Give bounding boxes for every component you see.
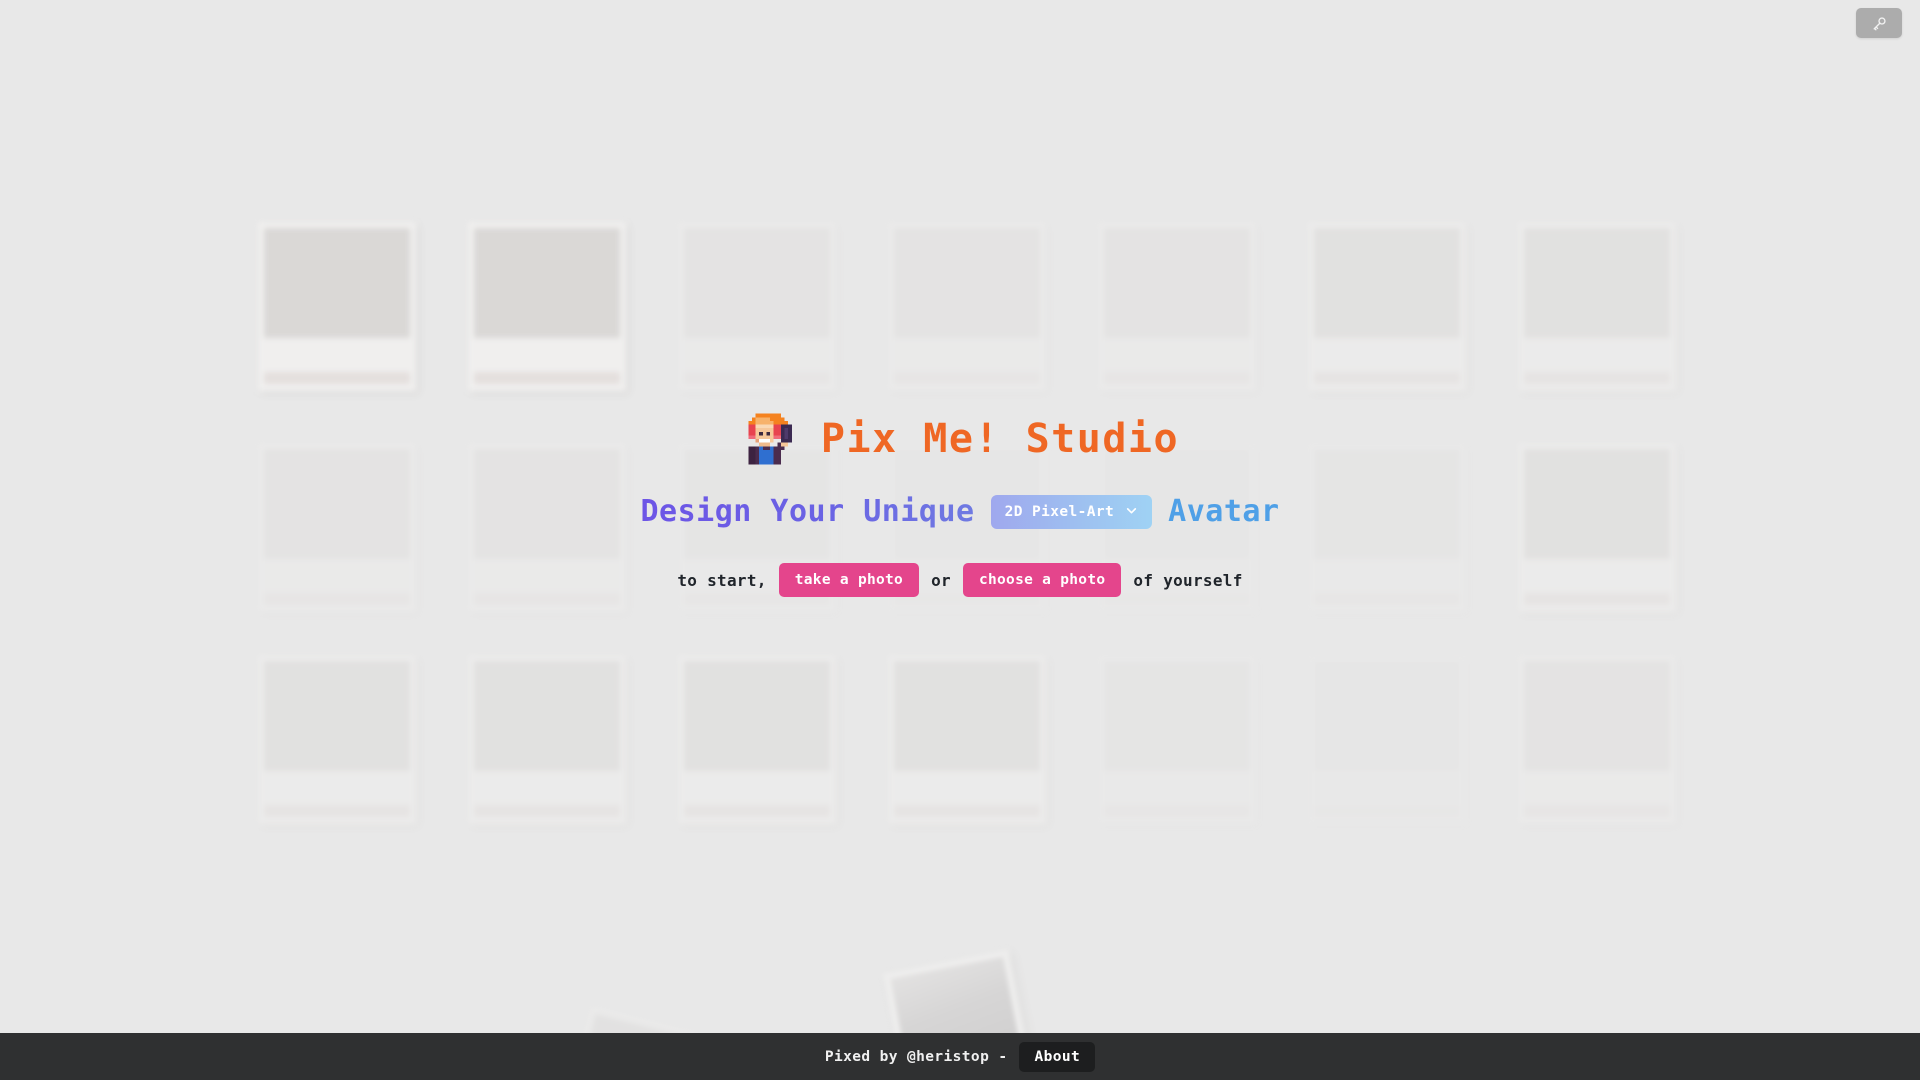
cta-separator-text: or (931, 570, 951, 590)
gallery-row (258, 222, 1676, 391)
polaroid-photo (1104, 228, 1250, 338)
polaroid-card (1098, 222, 1256, 391)
take-photo-button[interactable]: take a photo (778, 563, 920, 597)
polaroid-photo (474, 661, 620, 771)
polaroid-caption (1104, 372, 1250, 384)
polaroid-card (1308, 222, 1466, 391)
tagline-row: Design Your Unique 2D Pixel-Art Avatar (640, 494, 1279, 529)
about-button[interactable]: About (1019, 1041, 1096, 1072)
polaroid-card (888, 222, 1046, 391)
polaroid-card (888, 655, 1046, 824)
footer-credit: Pixed by @heristop - (824, 1048, 1008, 1065)
polaroid-caption (1314, 805, 1460, 817)
title-row: Pix Me! Studio (741, 410, 1179, 468)
polaroid-card (1518, 655, 1676, 824)
style-select[interactable]: 2D Pixel-Art (990, 494, 1153, 529)
cta-suffix-text: of yourself (1133, 570, 1243, 590)
polaroid-photo (1314, 661, 1460, 771)
polaroid-photo (264, 661, 410, 771)
polaroid-photo (894, 228, 1040, 338)
polaroid-photo (684, 661, 830, 771)
pixel-avatar-selfie-icon (741, 410, 799, 468)
polaroid-card (258, 222, 416, 391)
polaroid-caption (684, 805, 830, 817)
polaroid-caption (474, 372, 620, 384)
polaroid-caption (1104, 805, 1250, 817)
app-root: Pix Me! Studio Design Your Unique 2D Pix… (0, 0, 1920, 1080)
tagline-suffix: Avatar (1168, 494, 1280, 529)
polaroid-card (468, 222, 626, 391)
api-key-button[interactable] (1856, 8, 1902, 38)
choose-photo-button[interactable]: choose a photo (962, 563, 1122, 597)
cta-row: to start, take a photo or choose a photo… (677, 563, 1242, 597)
polaroid-photo (1524, 661, 1670, 771)
polaroid-photo (894, 661, 1040, 771)
polaroid-photo (474, 228, 620, 338)
polaroid-caption (894, 372, 1040, 384)
polaroid-caption (1524, 805, 1670, 817)
polaroid-caption (264, 372, 410, 384)
polaroid-caption (474, 805, 620, 817)
hero-section: Pix Me! Studio Design Your Unique 2D Pix… (0, 410, 1920, 597)
cta-prefix-text: to start, (677, 570, 767, 590)
polaroid-card (258, 655, 416, 824)
chevron-down-icon (1125, 504, 1138, 521)
polaroid-card (678, 222, 836, 391)
polaroid-caption (1524, 372, 1670, 384)
polaroid-caption (1314, 372, 1460, 384)
polaroid-card (1098, 655, 1256, 824)
polaroid-photo (1104, 661, 1250, 771)
polaroid-card (678, 655, 836, 824)
polaroid-card (468, 655, 626, 824)
footer-bar: Pixed by @heristop - About (0, 1033, 1920, 1080)
polaroid-caption (894, 805, 1040, 817)
polaroid-card (1518, 222, 1676, 391)
style-select-value: 2D Pixel-Art (1004, 503, 1115, 520)
polaroid-caption (264, 805, 410, 817)
polaroid-photo (1314, 228, 1460, 338)
tagline-prefix: Design Your Unique (640, 494, 975, 529)
polaroid-card (1308, 655, 1466, 824)
polaroid-photo (1524, 228, 1670, 338)
page-title: Pix Me! Studio (820, 416, 1180, 462)
gallery-row (258, 655, 1676, 824)
key-icon (1871, 15, 1888, 32)
polaroid-photo (264, 228, 410, 338)
polaroid-caption (684, 372, 830, 384)
polaroid-photo (684, 228, 830, 338)
